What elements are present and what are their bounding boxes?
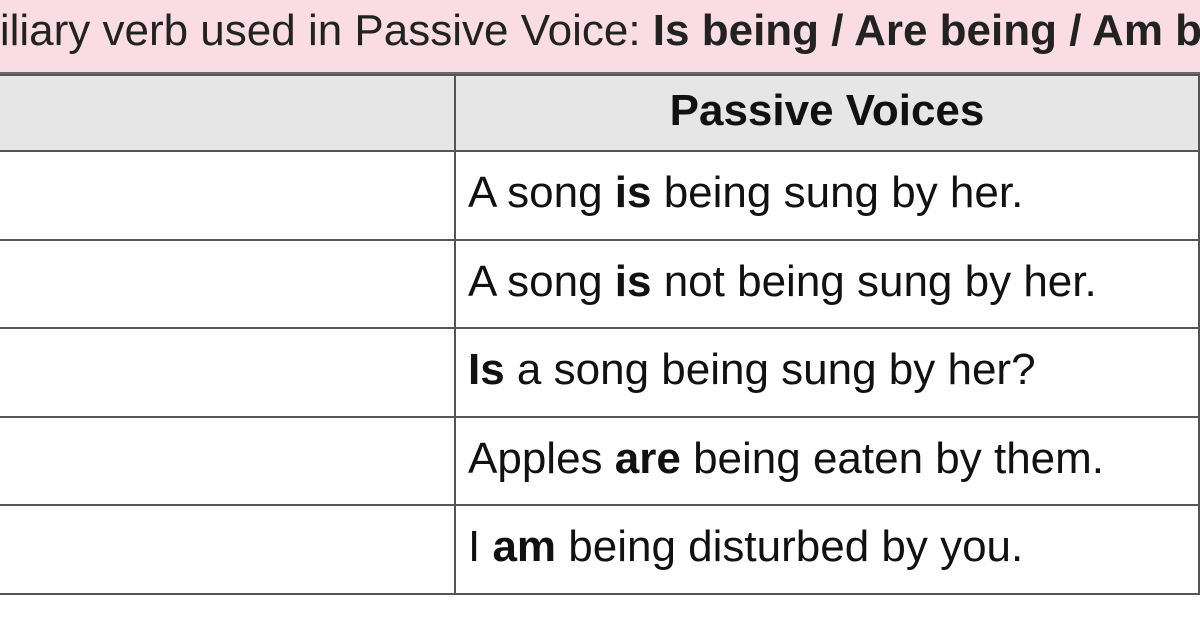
header-bold-text: Is being / Are being / Am being	[653, 6, 1200, 55]
header-lead-text: Auxiliary verb used in Passive Voice:	[0, 6, 653, 55]
table-row: I am being disturbed by you.	[0, 505, 1199, 594]
sentence-post: being disturbed by you.	[556, 522, 1023, 571]
table-header-row: Passive Voices	[0, 75, 1199, 151]
sentence-post: not being sung by her.	[651, 257, 1096, 306]
column-header-left	[0, 75, 455, 151]
passive-voice-cell: A song is not being sung by her.	[455, 240, 1199, 329]
sentence-aux-verb: am	[492, 522, 556, 571]
sentence-post: being sung by her.	[651, 168, 1023, 217]
header-band: Auxiliary verb used in Passive Voice: Is…	[0, 0, 1200, 74]
table-row: Apples are being eaten by them.	[0, 417, 1199, 506]
column-header-passive-voices: Passive Voices	[455, 75, 1199, 151]
passive-voice-cell: Is a song being sung by her?	[455, 328, 1199, 417]
sentence-pre: I	[468, 522, 492, 571]
sentence-aux-verb: is	[615, 168, 652, 217]
sentence-pre: A song	[468, 257, 615, 306]
passive-voice-cell: A song is being sung by her.	[455, 151, 1199, 240]
sentence-post: a song being sung by her?	[505, 345, 1036, 394]
sentence-pre: A song	[468, 168, 615, 217]
table-row: A song is being sung by her.	[0, 151, 1199, 240]
left-cell	[0, 417, 455, 506]
passive-voice-table: Passive Voices A song is being sung by h…	[0, 74, 1200, 595]
sentence-pre: Apples	[468, 434, 615, 483]
passive-voice-cell: I am being disturbed by you.	[455, 505, 1199, 594]
left-cell	[0, 505, 455, 594]
passive-voice-cell: Apples are being eaten by them.	[455, 417, 1199, 506]
left-cell	[0, 328, 455, 417]
sentence-post: being eaten by them.	[681, 434, 1104, 483]
table-row: A song is not being sung by her.	[0, 240, 1199, 329]
sentence-aux-verb: are	[615, 434, 681, 483]
table-row: Is a song being sung by her?	[0, 328, 1199, 417]
sentence-aux-verb: is	[615, 257, 652, 306]
left-cell	[0, 240, 455, 329]
left-cell	[0, 151, 455, 240]
sentence-aux-verb: Is	[468, 345, 505, 394]
